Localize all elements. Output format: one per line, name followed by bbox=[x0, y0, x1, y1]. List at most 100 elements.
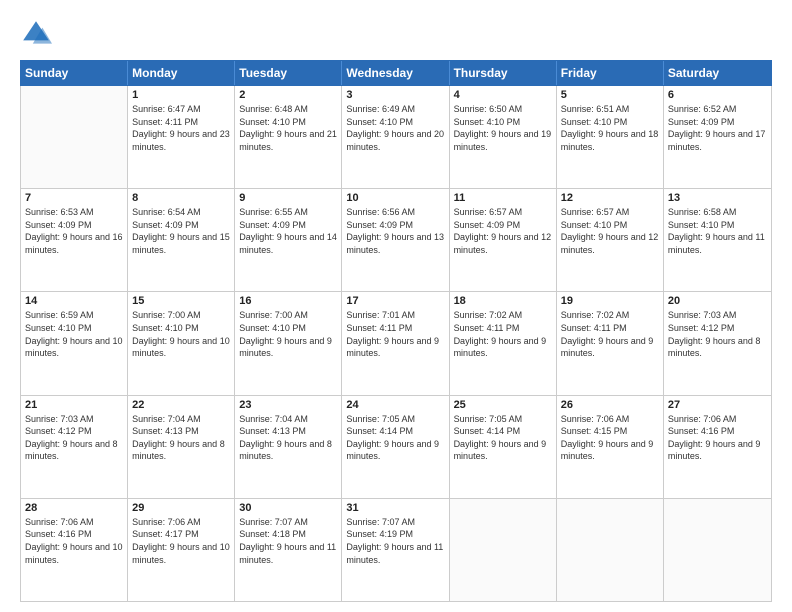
day-number: 20 bbox=[668, 295, 767, 307]
day-info: Sunrise: 7:04 AM Sunset: 4:13 PM Dayligh… bbox=[239, 413, 337, 463]
day-cell-25: 25 Sunrise: 7:05 AM Sunset: 4:14 PM Dayli… bbox=[450, 396, 557, 498]
day-number: 6 bbox=[668, 89, 767, 101]
day-info: Sunrise: 7:00 AM Sunset: 4:10 PM Dayligh… bbox=[132, 309, 230, 359]
logo bbox=[20, 18, 56, 50]
empty-cell bbox=[664, 499, 771, 601]
day-number: 7 bbox=[25, 192, 123, 204]
day-cell-24: 24 Sunrise: 7:05 AM Sunset: 4:14 PM Dayli… bbox=[342, 396, 449, 498]
day-cell-3: 3 Sunrise: 6:49 AM Sunset: 4:10 PM Daylig… bbox=[342, 86, 449, 188]
day-info: Sunrise: 7:00 AM Sunset: 4:10 PM Dayligh… bbox=[239, 309, 337, 359]
calendar-week-2: 7 Sunrise: 6:53 AM Sunset: 4:09 PM Daylig… bbox=[21, 189, 771, 292]
day-info: Sunrise: 6:53 AM Sunset: 4:09 PM Dayligh… bbox=[25, 206, 123, 256]
day-cell-11: 11 Sunrise: 6:57 AM Sunset: 4:09 PM Dayli… bbox=[450, 189, 557, 291]
day-number: 18 bbox=[454, 295, 552, 307]
day-info: Sunrise: 7:06 AM Sunset: 4:15 PM Dayligh… bbox=[561, 413, 659, 463]
day-info: Sunrise: 7:05 AM Sunset: 4:14 PM Dayligh… bbox=[346, 413, 444, 463]
empty-cell bbox=[21, 86, 128, 188]
day-info: Sunrise: 7:02 AM Sunset: 4:11 PM Dayligh… bbox=[561, 309, 659, 359]
day-cell-9: 9 Sunrise: 6:55 AM Sunset: 4:09 PM Daylig… bbox=[235, 189, 342, 291]
day-number: 11 bbox=[454, 192, 552, 204]
day-cell-6: 6 Sunrise: 6:52 AM Sunset: 4:09 PM Daylig… bbox=[664, 86, 771, 188]
day-cell-8: 8Sunrise: 6:54 AM Sunset: 4:09 PM Daylig… bbox=[128, 189, 235, 291]
day-info: Sunrise: 7:05 AM Sunset: 4:14 PM Dayligh… bbox=[454, 413, 552, 463]
day-info: Sunrise: 7:06 AM Sunset: 4:16 PM Dayligh… bbox=[25, 516, 123, 566]
day-number: 24 bbox=[346, 399, 444, 411]
day-info: Sunrise: 6:47 AM Sunset: 4:11 PM Dayligh… bbox=[132, 103, 230, 153]
day-cell-23: 23Sunrise: 7:04 AM Sunset: 4:13 PM Dayli… bbox=[235, 396, 342, 498]
weekday-header-thursday: Thursday bbox=[450, 61, 557, 85]
day-cell-20: 20 Sunrise: 7:03 AM Sunset: 4:12 PM Dayli… bbox=[664, 292, 771, 394]
day-info: Sunrise: 7:04 AM Sunset: 4:13 PM Dayligh… bbox=[132, 413, 230, 463]
empty-cell bbox=[450, 499, 557, 601]
day-number: 5 bbox=[561, 89, 659, 101]
day-number: 17 bbox=[346, 295, 444, 307]
day-info: Sunrise: 7:07 AM Sunset: 4:18 PM Dayligh… bbox=[239, 516, 337, 566]
day-number: 4 bbox=[454, 89, 552, 101]
day-number: 12 bbox=[561, 192, 659, 204]
day-number: 25 bbox=[454, 399, 552, 411]
day-number: 31 bbox=[346, 502, 444, 514]
day-info: Sunrise: 7:02 AM Sunset: 4:11 PM Dayligh… bbox=[454, 309, 552, 359]
day-info: Sunrise: 6:52 AM Sunset: 4:09 PM Dayligh… bbox=[668, 103, 767, 153]
day-number: 10 bbox=[346, 192, 444, 204]
day-number: 2 bbox=[239, 89, 337, 101]
day-cell-14: 14Sunrise: 6:59 AM Sunset: 4:10 PM Dayli… bbox=[21, 292, 128, 394]
empty-cell bbox=[557, 499, 664, 601]
day-number: 1 bbox=[132, 89, 230, 101]
day-number: 28 bbox=[25, 502, 123, 514]
calendar-week-4: 21Sunrise: 7:03 AM Sunset: 4:12 PM Dayli… bbox=[21, 396, 771, 499]
day-number: 13 bbox=[668, 192, 767, 204]
weekday-header-sunday: Sunday bbox=[21, 61, 128, 85]
day-info: Sunrise: 7:06 AM Sunset: 4:16 PM Dayligh… bbox=[668, 413, 767, 463]
day-info: Sunrise: 6:49 AM Sunset: 4:10 PM Dayligh… bbox=[346, 103, 444, 153]
day-cell-10: 10Sunrise: 6:56 AM Sunset: 4:09 PM Dayli… bbox=[342, 189, 449, 291]
day-info: Sunrise: 6:48 AM Sunset: 4:10 PM Dayligh… bbox=[239, 103, 337, 153]
weekday-header-friday: Friday bbox=[557, 61, 664, 85]
day-cell-15: 15 Sunrise: 7:00 AM Sunset: 4:10 PM Dayli… bbox=[128, 292, 235, 394]
day-info: Sunrise: 6:57 AM Sunset: 4:10 PM Dayligh… bbox=[561, 206, 659, 256]
day-cell-28: 28 Sunrise: 7:06 AM Sunset: 4:16 PM Dayli… bbox=[21, 499, 128, 601]
day-cell-7: 7 Sunrise: 6:53 AM Sunset: 4:09 PM Daylig… bbox=[21, 189, 128, 291]
day-number: 26 bbox=[561, 399, 659, 411]
calendar-week-1: 1 Sunrise: 6:47 AM Sunset: 4:11 PM Daylig… bbox=[21, 86, 771, 189]
day-cell-26: 26 Sunrise: 7:06 AM Sunset: 4:15 PM Dayli… bbox=[557, 396, 664, 498]
day-cell-29: 29Sunrise: 7:06 AM Sunset: 4:17 PM Dayli… bbox=[128, 499, 235, 601]
day-cell-17: 17Sunrise: 7:01 AM Sunset: 4:11 PM Dayli… bbox=[342, 292, 449, 394]
day-number: 16 bbox=[239, 295, 337, 307]
day-number: 21 bbox=[25, 399, 123, 411]
day-number: 27 bbox=[668, 399, 767, 411]
day-info: Sunrise: 7:07 AM Sunset: 4:19 PM Dayligh… bbox=[346, 516, 444, 566]
day-cell-1: 1 Sunrise: 6:47 AM Sunset: 4:11 PM Daylig… bbox=[128, 86, 235, 188]
day-cell-22: 22 Sunrise: 7:04 AM Sunset: 4:13 PM Dayli… bbox=[128, 396, 235, 498]
day-cell-18: 18 Sunrise: 7:02 AM Sunset: 4:11 PM Dayli… bbox=[450, 292, 557, 394]
day-cell-31: 31 Sunrise: 7:07 AM Sunset: 4:19 PM Dayli… bbox=[342, 499, 449, 601]
day-info: Sunrise: 7:03 AM Sunset: 4:12 PM Dayligh… bbox=[668, 309, 767, 359]
day-number: 22 bbox=[132, 399, 230, 411]
day-number: 3 bbox=[346, 89, 444, 101]
day-number: 19 bbox=[561, 295, 659, 307]
calendar-body: 1 Sunrise: 6:47 AM Sunset: 4:11 PM Daylig… bbox=[20, 86, 772, 602]
calendar: SundayMondayTuesdayWednesdayThursdayFrid… bbox=[20, 60, 772, 602]
day-cell-2: 2 Sunrise: 6:48 AM Sunset: 4:10 PM Daylig… bbox=[235, 86, 342, 188]
day-info: Sunrise: 7:06 AM Sunset: 4:17 PM Dayligh… bbox=[132, 516, 230, 566]
logo-icon bbox=[20, 18, 52, 50]
day-info: Sunrise: 6:57 AM Sunset: 4:09 PM Dayligh… bbox=[454, 206, 552, 256]
day-number: 9 bbox=[239, 192, 337, 204]
weekday-header-saturday: Saturday bbox=[664, 61, 771, 85]
day-info: Sunrise: 6:55 AM Sunset: 4:09 PM Dayligh… bbox=[239, 206, 337, 256]
day-info: Sunrise: 6:51 AM Sunset: 4:10 PM Dayligh… bbox=[561, 103, 659, 153]
day-cell-27: 27 Sunrise: 7:06 AM Sunset: 4:16 PM Dayli… bbox=[664, 396, 771, 498]
calendar-header: SundayMondayTuesdayWednesdayThursdayFrid… bbox=[20, 60, 772, 86]
weekday-header-tuesday: Tuesday bbox=[235, 61, 342, 85]
day-cell-16: 16 Sunrise: 7:00 AM Sunset: 4:10 PM Dayli… bbox=[235, 292, 342, 394]
day-number: 15 bbox=[132, 295, 230, 307]
day-info: Sunrise: 6:50 AM Sunset: 4:10 PM Dayligh… bbox=[454, 103, 552, 153]
day-number: 8 bbox=[132, 192, 230, 204]
day-number: 30 bbox=[239, 502, 337, 514]
day-number: 14 bbox=[25, 295, 123, 307]
header bbox=[20, 18, 772, 50]
day-cell-5: 5 Sunrise: 6:51 AM Sunset: 4:10 PM Daylig… bbox=[557, 86, 664, 188]
day-cell-4: 4 Sunrise: 6:50 AM Sunset: 4:10 PM Daylig… bbox=[450, 86, 557, 188]
day-cell-30: 30 Sunrise: 7:07 AM Sunset: 4:18 PM Dayli… bbox=[235, 499, 342, 601]
calendar-week-5: 28 Sunrise: 7:06 AM Sunset: 4:16 PM Dayli… bbox=[21, 499, 771, 601]
